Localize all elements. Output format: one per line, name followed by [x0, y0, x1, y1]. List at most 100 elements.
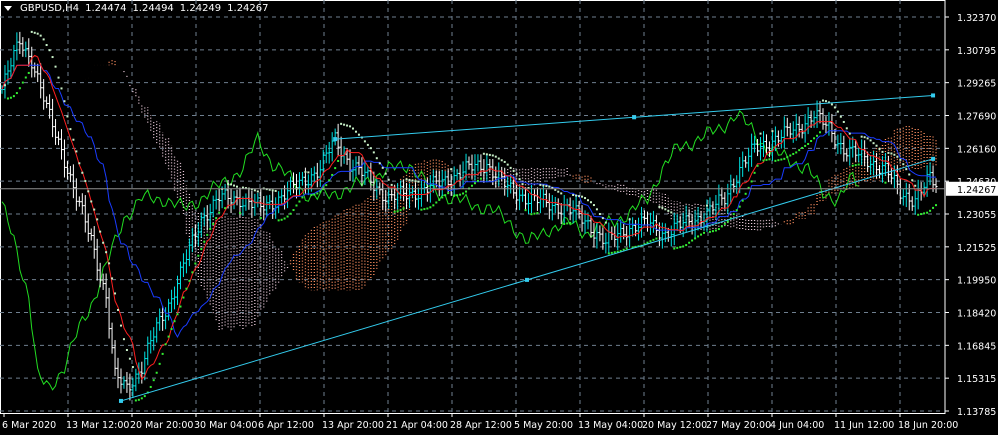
parabolic-sar-dot [78, 162, 81, 165]
parabolic-sar-dot [911, 179, 914, 182]
symbol-label: GBPUSD,H4 [20, 3, 80, 14]
parabolic-sar-dot [30, 30, 33, 33]
parabolic-sar-dot [676, 246, 679, 249]
parabolic-sar-dot [935, 204, 938, 207]
parabolic-sar-dot [575, 194, 578, 197]
parabolic-sar-dot [84, 180, 87, 183]
parabolic-sar-dot [90, 200, 93, 203]
parabolic-sar-dot [18, 87, 21, 90]
parabolic-sar-dot [893, 153, 896, 156]
parabolic-sar-dot [872, 142, 875, 145]
parabolic-sar-dot [158, 362, 161, 365]
parabolic-sar-dot [12, 95, 15, 98]
parabolic-sar-dot [566, 222, 569, 225]
parabolic-sar-dot [848, 132, 851, 135]
parabolic-sar-dot [708, 230, 711, 233]
parabolic-sar-dot [723, 222, 726, 225]
open-value: 1.24474 [85, 3, 127, 14]
parabolic-sar-dot [860, 135, 863, 138]
parabolic-sar-dot [277, 219, 280, 222]
x-tick-label: 28 Apr 12:00 [450, 420, 512, 431]
parabolic-sar-dot [560, 192, 563, 195]
parabolic-sar-dot [500, 159, 503, 162]
current-price-label: 1.24267 [957, 185, 996, 196]
x-tick-label: 6 Mar 2020 [2, 420, 56, 431]
parabolic-sar-dot [423, 208, 426, 211]
parabolic-sar-dot [340, 122, 343, 125]
parabolic-sar-dot [393, 210, 396, 213]
parabolic-sar-dot [292, 209, 295, 212]
parabolic-sar-dot [295, 204, 298, 207]
parabolic-sar-dot [878, 147, 881, 150]
parabolic-sar-dot [884, 181, 887, 184]
y-tick-label: 1.26160 [957, 144, 996, 155]
parabolic-sar-dot [417, 180, 420, 183]
parabolic-sar-dot [206, 233, 209, 236]
parabolic-sar-dot [804, 144, 807, 147]
parabolic-sar-dot [473, 182, 476, 185]
price-chart[interactable]: 1.323701.307951.292651.276901.261601.246… [0, 0, 998, 435]
parabolic-sar-dot [750, 180, 753, 183]
parabolic-sar-dot [610, 251, 613, 254]
parabolic-sar-dot [836, 110, 839, 113]
parabolic-sar-dot [494, 155, 497, 158]
parabolic-sar-dot [533, 212, 536, 215]
parabolic-sar-dot [227, 182, 230, 185]
parabolic-sar-dot [777, 159, 780, 162]
parabolic-sar-dot [459, 193, 462, 196]
parabolic-sar-dot [310, 194, 313, 197]
parabolic-sar-dot [57, 76, 60, 79]
parabolic-sar-dot [548, 185, 551, 188]
parabolic-sar-dot [253, 189, 256, 192]
parabolic-sar-dot [435, 201, 438, 204]
parabolic-sar-dot [215, 217, 218, 220]
parabolic-sar-dot [75, 150, 78, 153]
parabolic-sar-dot [506, 163, 509, 166]
parabolic-sar-dot [241, 186, 244, 189]
parabolic-sar-dot [441, 196, 444, 199]
parabolic-sar-dot [875, 144, 878, 147]
parabolic-sar-dot [331, 173, 334, 176]
parabolic-sar-dot [185, 287, 188, 290]
parabolic-sar-dot [173, 320, 176, 323]
parabolic-sar-dot [289, 212, 292, 215]
y-tick-label: 1.30795 [957, 46, 996, 57]
parabolic-sar-dot [122, 338, 125, 341]
parabolic-sar-dot [346, 124, 349, 127]
parabolic-sar-dot [598, 213, 601, 216]
parabolic-sar-dot [926, 211, 929, 214]
parabolic-sar-dot [369, 147, 372, 150]
parabolic-sar-dot [119, 324, 122, 327]
parabolic-sar-dot [491, 154, 494, 157]
parabolic-sar-dot [705, 204, 708, 207]
y-tick-label: 1.21525 [957, 243, 996, 254]
parabolic-sar-dot [325, 184, 328, 187]
parabolic-sar-dot [230, 183, 233, 186]
parabolic-sar-dot [792, 152, 795, 155]
parabolic-sar-dot [54, 65, 57, 68]
y-tick-label: 1.27690 [957, 112, 996, 123]
parabolic-sar-dot [72, 138, 75, 141]
parabolic-sar-dot [679, 246, 682, 249]
parabolic-sar-dot [194, 262, 197, 265]
x-tick-label: 27 May 20:00 [706, 420, 771, 431]
y-tick-label: 1.18420 [957, 309, 996, 320]
parabolic-sar-dot [839, 115, 842, 118]
parabolic-sar-dot [700, 233, 703, 236]
parabolic-sar-dot [402, 207, 405, 210]
parabolic-sar-dot [586, 199, 589, 202]
parabolic-sar-dot [613, 251, 616, 254]
parabolic-sar-dot [744, 192, 747, 195]
parabolic-sar-dot [589, 201, 592, 204]
parabolic-sar-dot [149, 385, 152, 388]
dropdown-triangle-icon[interactable] [4, 6, 12, 11]
low-value: 1.24249 [179, 3, 222, 14]
x-tick-label: 13 Apr 20:00 [322, 420, 384, 431]
parabolic-sar-dot [783, 157, 786, 160]
y-tick-label: 1.19950 [957, 276, 996, 287]
parabolic-sar-dot [649, 240, 652, 243]
parabolic-sar-dot [396, 210, 399, 213]
parabolic-sar-dot [233, 184, 236, 187]
parabolic-sar-dot [667, 209, 670, 212]
parabolic-sar-dot [24, 76, 27, 79]
